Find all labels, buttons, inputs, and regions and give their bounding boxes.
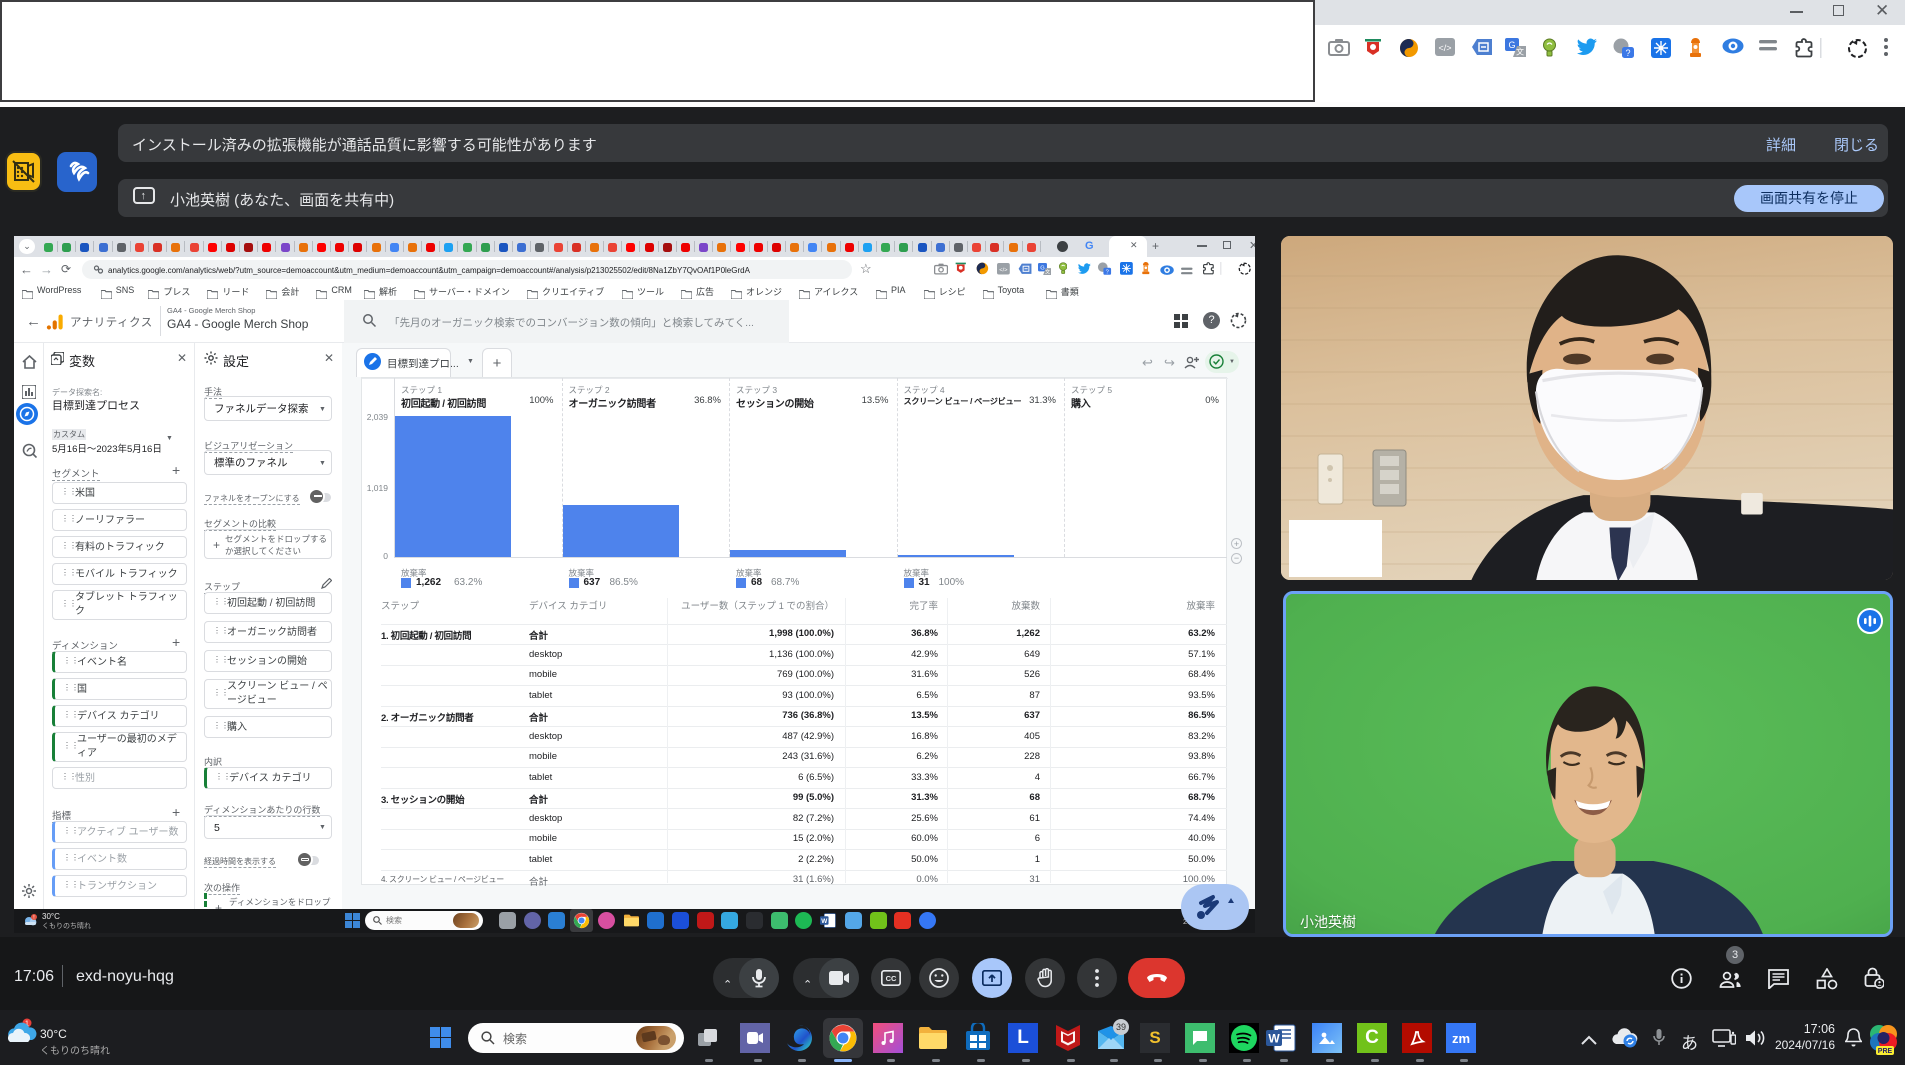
svg-text:W: W: [1268, 1032, 1280, 1046]
svg-text:G: G: [1508, 40, 1515, 50]
svg-text:文: 文: [1516, 47, 1524, 57]
svg-text:CC: CC: [886, 974, 897, 983]
svg-text:!: !: [33, 915, 34, 921]
svg-text:</>: </>: [1438, 43, 1451, 53]
svg-text:?: ?: [1625, 48, 1630, 58]
svg-text:?: ?: [1106, 270, 1109, 276]
svg-text:PRE: PRE: [1878, 1048, 1893, 1055]
svg-text:文: 文: [1045, 268, 1050, 275]
svg-text:W: W: [821, 918, 828, 925]
svg-text:</>: </>: [999, 268, 1008, 274]
